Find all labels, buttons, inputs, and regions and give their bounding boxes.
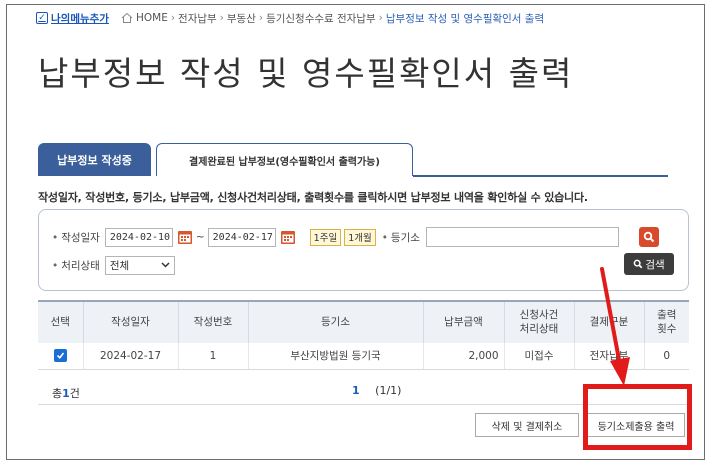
my-menu-label: 나의메뉴추가 [51,12,109,25]
calendar-icon[interactable] [280,229,296,245]
chevron-down-icon [161,262,170,268]
page-info: (1/1) [375,384,402,397]
check-icon: ✓ [36,12,48,24]
tab-in-progress[interactable]: 납부정보 작성중 [38,143,151,176]
breadcrumb-e-payment[interactable]: 전자납부 [178,11,217,26]
header-date[interactable]: 작성일자 [82,301,178,343]
breadcrumb-fee-payment[interactable]: 등기신청수수료 전자납부 [266,11,376,26]
cell-number[interactable]: 1 [177,343,248,370]
cell-count[interactable]: 0 [643,343,689,370]
delete-cancel-button[interactable]: 삭제 및 결제취소 [475,413,579,437]
check-icon [56,352,64,360]
cell-registry[interactable]: 부산지방법원 등기국 [247,343,423,370]
header-registry[interactable]: 등기소 [247,301,423,343]
breadcrumb-home[interactable]: HOME [136,12,168,24]
my-menu-add-link[interactable]: ✓ 나의메뉴추가 [36,11,109,26]
page-title: 납부정보 작성 및 영수필확인서 출력 [38,54,574,93]
search-button-label: 검색 [645,258,665,271]
header-count[interactable]: 출력 횟수 [643,301,689,343]
registry-input[interactable] [425,227,619,247]
cell-amount[interactable]: 2,000 [422,343,504,370]
date-label: 작성일자 [52,230,100,245]
period-1month-button[interactable]: 1개월 [344,228,376,246]
search-icon [643,231,655,243]
date-to-input[interactable]: 2024-02-17 [207,227,276,247]
state-label: 처리상태 [52,258,100,273]
header-amount[interactable]: 납부금액 [422,301,504,343]
registry-search-button[interactable] [639,227,659,247]
breadcrumb-current: 납부정보 작성 및 영수필확인서 출력 [385,12,545,25]
pagination: 1 (1/1) [352,384,401,397]
breadcrumb-real-estate[interactable]: 부동산 [227,11,256,26]
state-select-value: 전체 [109,259,130,272]
header-number[interactable]: 작성번호 [177,301,248,343]
cell-date[interactable]: 2024-02-17 [82,343,178,370]
tab-bar: 납부정보 작성중 결제완료된 납부정보(영수필확인서 출력가능) [38,143,668,177]
state-select[interactable]: 전체 [104,255,175,275]
total-count: 총1건 [52,387,80,400]
calendar-icon[interactable] [177,229,193,245]
notice-text: 작성일자, 작성번호, 등기소, 납부금액, 신청사건처리상태, 출력횟수를 클… [38,191,588,204]
breadcrumb: ✓ 나의메뉴추가 HOME › 전자납부 › 부동산 › 등기신청수수료 전자납… [36,10,544,26]
header-state[interactable]: 신청사건 처리상태 [503,301,574,343]
row-checkbox[interactable] [53,349,67,363]
date-from-input[interactable]: 2024-02-10 [104,227,173,247]
page-current[interactable]: 1 [352,384,360,397]
annotation-highlight-box [583,384,692,450]
tab-paid[interactable]: 결제완료된 납부정보(영수필확인서 출력가능) [156,143,413,176]
date-separator: ~ [195,231,205,243]
registry-label: 등기소 [382,230,420,245]
tab-underline [413,175,668,177]
home-icon [121,12,133,23]
header-select: 선택 [50,315,70,328]
annotation-arrow [600,267,630,386]
cell-state[interactable]: 미접수 [503,343,574,370]
period-1week-button[interactable]: 1주일 [309,228,342,246]
